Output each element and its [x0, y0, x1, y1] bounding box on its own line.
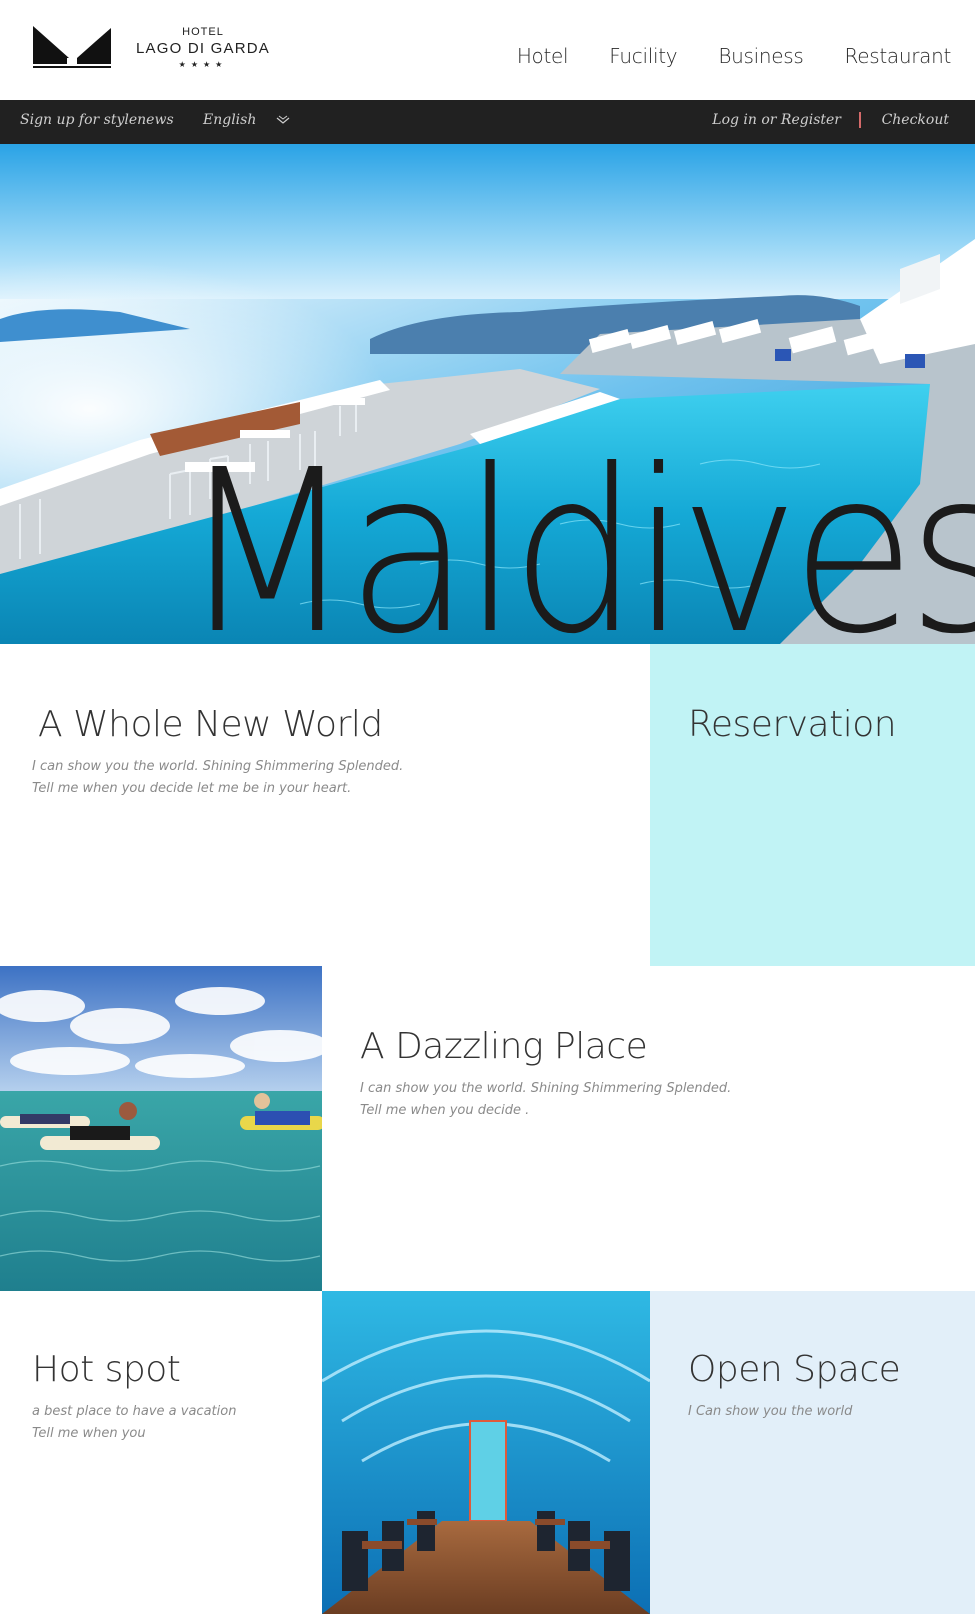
dazzling-place-section: A Dazzling Place I can show you the worl… [322, 966, 975, 1291]
logo-mark-icon [33, 26, 111, 68]
underwater-restaurant-photo [322, 1291, 650, 1614]
login-register-link[interactable]: Log in or Register [712, 112, 841, 128]
nav-item-hotel[interactable]: Hotel [517, 44, 569, 68]
site-header: HOTEL LAGO DI GARDA ★★★★ Hotel Fucility … [0, 0, 975, 100]
chevron-down-icon[interactable] [276, 113, 290, 127]
open-space-section: Open Space I Can show you the world [650, 1291, 975, 1614]
section-title: A Whole New World [38, 704, 383, 745]
section-text-line: I can show you the world. Shining Shimme… [360, 1081, 732, 1096]
nav-item-business[interactable]: Business [718, 44, 803, 68]
hotel-logo[interactable]: HOTEL LAGO DI GARDA ★★★★ [33, 24, 273, 74]
hot-spot-section: Hot spot a best place to have a vacation… [0, 1291, 322, 1614]
utility-bar: Sign up for stylenews English Log in or … [0, 100, 975, 144]
section-text-line: I Can show you the world [688, 1404, 853, 1419]
logo-hotel-name: LAGO DI GARDA [136, 40, 270, 57]
section-text-line: I can show you the world. Shining Shimme… [32, 759, 404, 774]
nav-item-fucility[interactable]: Fucility [609, 44, 677, 68]
section-text-line: a best place to have a vacation [32, 1404, 237, 1419]
checkout-link[interactable]: Checkout [882, 112, 949, 128]
main-nav: Hotel Fucility Business Restaurant [517, 44, 951, 68]
section-title: Open Space [688, 1349, 901, 1390]
whole-new-world-section: A Whole New World I can show you the wor… [0, 644, 650, 966]
signup-link[interactable]: Sign up for stylenews [20, 112, 174, 128]
surfers-photo [0, 966, 322, 1291]
section-text-line: Tell me when you decide let me be in you… [32, 781, 352, 796]
section-text-line: Tell me when you [32, 1426, 146, 1441]
reservation-title[interactable]: Reservation [688, 704, 897, 745]
reservation-panel[interactable]: Reservation [650, 644, 975, 966]
surfers-image [0, 966, 322, 1291]
section-title: A Dazzling Place [360, 1026, 648, 1067]
section-text: I Can show you the world [688, 1401, 948, 1423]
logo-hotel-label: HOTEL [182, 26, 224, 38]
section-text-line: Tell me when you decide . [360, 1103, 530, 1118]
section-text: a best place to have a vacation Tell me … [32, 1401, 292, 1445]
nav-item-restaurant[interactable]: Restaurant [845, 44, 952, 68]
language-select[interactable]: English [203, 112, 256, 128]
logo-text: HOTEL LAGO DI GARDA ★★★★ [133, 26, 273, 69]
hero-banner: Maldives [0, 144, 975, 644]
hero-title: Maldives [180, 422, 975, 645]
section-text: I can show you the world. Shining Shimme… [32, 756, 452, 800]
underwater-restaurant-image [322, 1291, 650, 1614]
logo-stars: ★★★★ [178, 60, 228, 69]
section-title: Hot spot [32, 1349, 181, 1390]
section-text: I can show you the world. Shining Shimme… [360, 1078, 780, 1122]
divider [859, 112, 861, 128]
